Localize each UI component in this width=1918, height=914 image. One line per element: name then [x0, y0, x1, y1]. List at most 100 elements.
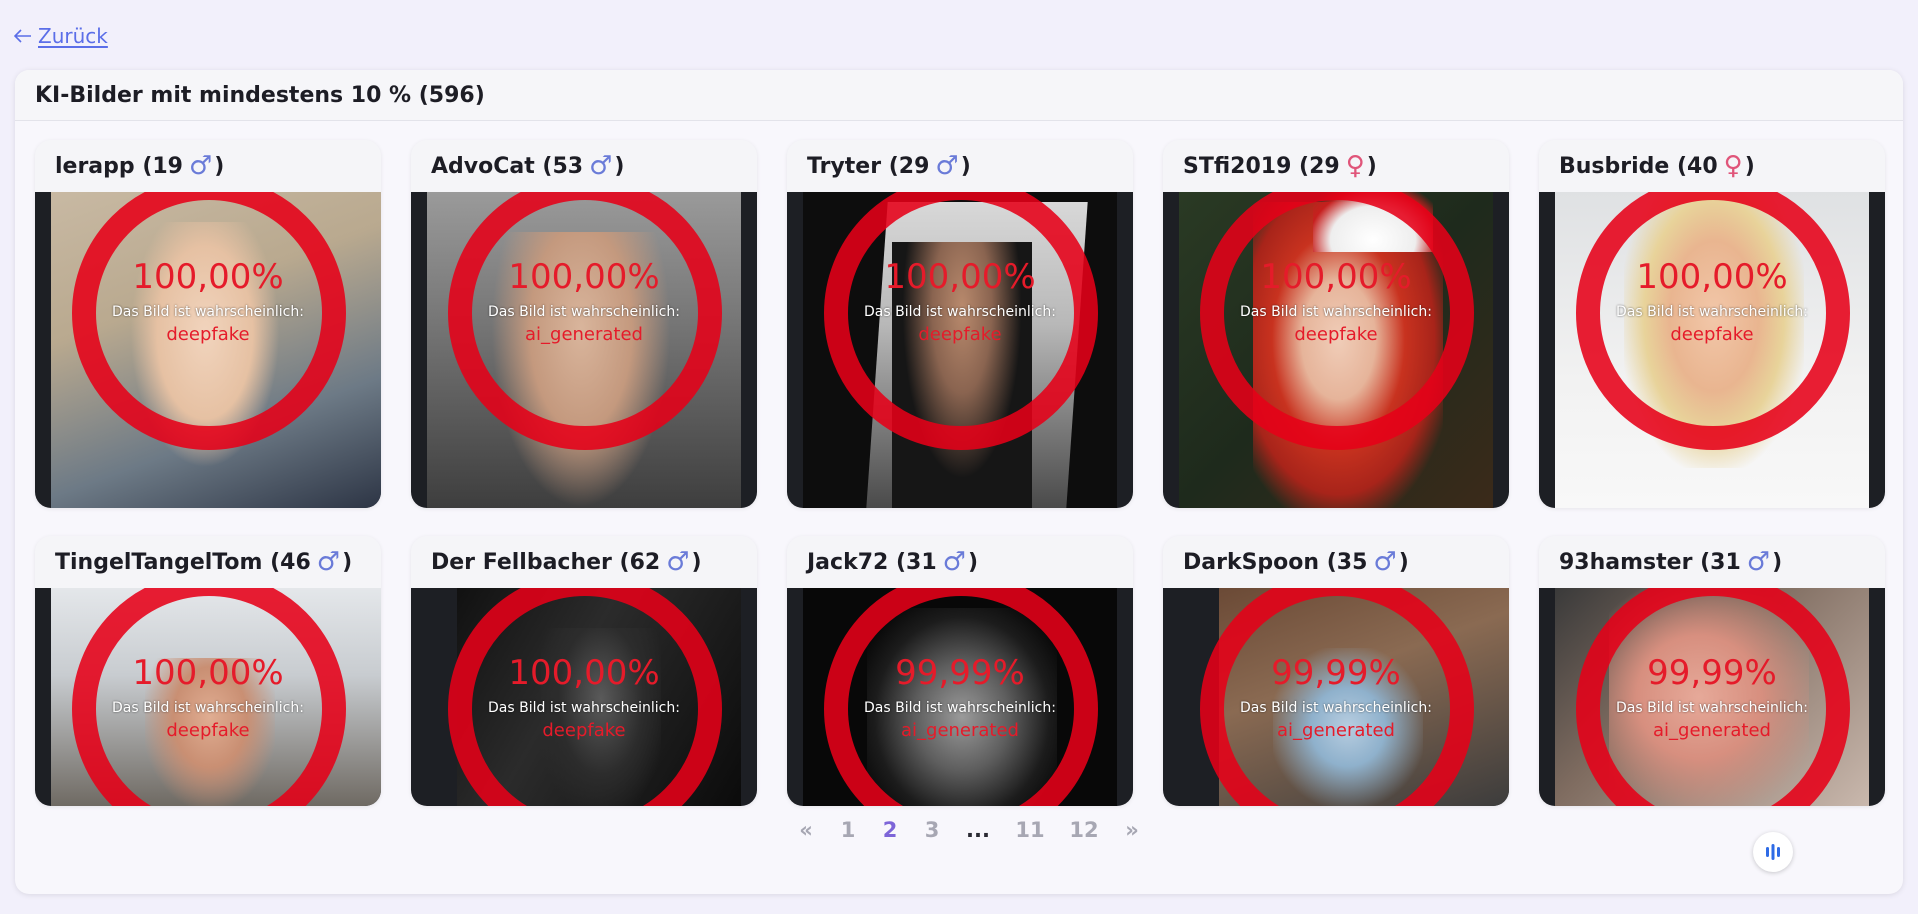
card-name: Tryter (29	[807, 153, 930, 179]
detection-overlay: 99,99% Das Bild ist wahrscheinlich: ai_g…	[1163, 656, 1509, 741]
detection-hint: Das Bild ist wahrscheinlich:	[112, 700, 304, 716]
card-title: AdvoCat (53 ♂ )	[411, 140, 757, 192]
card-name: Jack72 (31	[807, 549, 937, 575]
detection-verdict: deepfake	[1670, 324, 1754, 345]
detection-overlay: 100,00% Das Bild ist wahrscheinlich: dee…	[411, 656, 757, 741]
pagination-ellipsis: ...	[966, 818, 990, 842]
detection-hint: Das Bild ist wahrscheinlich:	[112, 304, 304, 320]
detection-hint: Das Bild ist wahrscheinlich:	[1240, 304, 1432, 320]
card-title: Busbride (40 ♀ )	[1539, 140, 1885, 192]
card-title: STfi2019 (29 ♀ )	[1163, 140, 1509, 192]
profile-card[interactable]: AdvoCat (53 ♂ ) 100,00% Das Bild ist wah…	[411, 140, 757, 508]
female-icon: ♀	[1723, 151, 1743, 181]
card-title-suffix: )	[342, 549, 353, 575]
card-title-suffix: )	[960, 153, 971, 179]
profile-photo[interactable]: 99,99% Das Bild ist wahrscheinlich: ai_g…	[1163, 588, 1509, 806]
card-title-suffix: )	[691, 549, 702, 575]
detection-verdict: deepfake	[166, 324, 250, 345]
detection-overlay: 100,00% Das Bild ist wahrscheinlich: dee…	[35, 656, 381, 741]
detection-verdict: ai_generated	[1276, 720, 1395, 741]
profile-photo[interactable]: 100,00% Das Bild ist wahrscheinlich: dee…	[411, 588, 757, 806]
card-title-suffix: )	[1772, 549, 1783, 575]
detection-overlay: 100,00% Das Bild ist wahrscheinlich: dee…	[35, 260, 381, 345]
back-link[interactable]: Zurück	[14, 24, 108, 48]
card-title: Tryter (29 ♂ )	[787, 140, 1133, 192]
detection-overlay: 100,00% Das Bild ist wahrscheinlich: dee…	[787, 260, 1133, 345]
profile-card[interactable]: DarkSpoon (35 ♂ ) 99,99% Das Bild ist wa…	[1163, 536, 1509, 806]
profile-card[interactable]: Tryter (29 ♂ ) 100,00% Das Bild ist wahr…	[787, 140, 1133, 508]
ai-percentage: 100,00%	[884, 257, 1036, 297]
ai-percentage: 100,00%	[1636, 257, 1788, 297]
card-title-suffix: )	[1366, 153, 1377, 179]
profile-card[interactable]: STfi2019 (29 ♀ ) 100,00% Das Bild ist wa…	[1163, 140, 1509, 508]
profile-card[interactable]: Der Fellbacher (62 ♂ ) 100,00% Das Bild …	[411, 536, 757, 806]
detection-verdict: deepfake	[1294, 324, 1378, 345]
profile-photo[interactable]: 100,00% Das Bild ist wahrscheinlich: ai_…	[411, 192, 757, 508]
male-icon: ♂	[188, 151, 213, 181]
page-11[interactable]: 11	[1003, 818, 1057, 842]
male-icon: ♂	[1746, 547, 1771, 577]
card-title-suffix: )	[1398, 549, 1409, 575]
male-icon: ♂	[1373, 547, 1397, 577]
page-2-current[interactable]: 2	[869, 818, 911, 842]
card-title-suffix: )	[214, 153, 225, 179]
card-grid: lerapp (19 ♂ ) 100,00% Das Bild ist wahr…	[35, 140, 1885, 806]
pagination-next[interactable]: »	[1111, 818, 1153, 842]
card-title-suffix: )	[614, 153, 625, 179]
page-1[interactable]: 1	[827, 818, 869, 842]
audio-widget-button[interactable]	[1753, 832, 1793, 872]
detection-hint: Das Bild ist wahrscheinlich:	[864, 700, 1056, 716]
back-link-label[interactable]: Zurück	[38, 24, 108, 48]
detection-overlay: 100,00% Das Bild ist wahrscheinlich: ai_…	[411, 260, 757, 345]
card-name: DarkSpoon (35	[1183, 549, 1368, 575]
profile-card[interactable]: TingelTangelTom (46 ♂ ) 100,00% Das Bild…	[35, 536, 381, 806]
profile-photo[interactable]: 100,00% Das Bild ist wahrscheinlich: dee…	[1163, 192, 1509, 508]
pagination: « 1 2 3 ... 11 12 »	[785, 818, 1153, 842]
detection-hint: Das Bild ist wahrscheinlich:	[488, 700, 680, 716]
profile-card[interactable]: lerapp (19 ♂ ) 100,00% Das Bild ist wahr…	[35, 140, 381, 508]
pagination-prev[interactable]: «	[785, 818, 827, 842]
page-3[interactable]: 3	[911, 818, 953, 842]
detection-hint: Das Bild ist wahrscheinlich:	[1616, 700, 1808, 716]
profile-card[interactable]: 93hamster (31 ♂ ) 99,99% Das Bild ist wa…	[1539, 536, 1885, 806]
ai-percentage: 99,99%	[895, 653, 1025, 693]
panel-title: KI-Bilder mit mindestens 10 % (596)	[15, 70, 1903, 121]
detection-overlay: 99,99% Das Bild ist wahrscheinlich: ai_g…	[1539, 656, 1885, 741]
card-name: TingelTangelTom (46	[55, 549, 311, 575]
card-title-suffix: )	[967, 549, 979, 575]
card-title: 93hamster (31 ♂ )	[1539, 536, 1885, 588]
profile-photo[interactable]: 99,99% Das Bild ist wahrscheinlich: ai_g…	[787, 588, 1133, 806]
card-name: STfi2019 (29	[1183, 153, 1340, 179]
male-icon: ♂	[935, 151, 959, 181]
card-title: TingelTangelTom (46 ♂ )	[35, 536, 381, 588]
detection-verdict: deepfake	[542, 720, 626, 741]
card-title-suffix: )	[1744, 153, 1755, 179]
profile-photo[interactable]: 100,00% Das Bild ist wahrscheinlich: dee…	[787, 192, 1133, 508]
detection-verdict: ai_generated	[900, 720, 1019, 741]
ai-percentage: 100,00%	[508, 653, 660, 693]
male-icon: ♂	[589, 151, 613, 181]
card-title: DarkSpoon (35 ♂ )	[1163, 536, 1509, 588]
arrow-left-icon	[14, 29, 31, 43]
male-icon: ♂	[316, 547, 341, 577]
page-12[interactable]: 12	[1057, 818, 1111, 842]
detection-overlay: 100,00% Das Bild ist wahrscheinlich: dee…	[1539, 260, 1885, 345]
ai-percentage: 99,99%	[1271, 653, 1401, 693]
profile-photo[interactable]: 100,00% Das Bild ist wahrscheinlich: dee…	[35, 588, 381, 806]
male-icon: ♂	[666, 547, 690, 577]
detection-hint: Das Bild ist wahrscheinlich:	[1616, 304, 1808, 320]
detection-verdict: ai_generated	[1652, 720, 1771, 741]
card-name: AdvoCat (53	[431, 153, 584, 179]
profile-photo[interactable]: 99,99% Das Bild ist wahrscheinlich: ai_g…	[1539, 588, 1885, 806]
detection-overlay: 99,99% Das Bild ist wahrscheinlich: ai_g…	[787, 656, 1133, 741]
results-panel: KI-Bilder mit mindestens 10 % (596) lera…	[15, 70, 1903, 894]
detection-hint: Das Bild ist wahrscheinlich:	[1240, 700, 1432, 716]
male-icon: ♂	[942, 547, 966, 577]
profile-card[interactable]: Busbride (40 ♀ ) 100,00% Das Bild ist wa…	[1539, 140, 1885, 508]
profile-card[interactable]: Jack72 (31 ♂ ) 99,99% Das Bild ist wahrs…	[787, 536, 1133, 806]
profile-photo[interactable]: 100,00% Das Bild ist wahrscheinlich: dee…	[35, 192, 381, 508]
detection-hint: Das Bild ist wahrscheinlich:	[488, 304, 680, 320]
profile-photo[interactable]: 100,00% Das Bild ist wahrscheinlich: dee…	[1539, 192, 1885, 508]
card-name: Der Fellbacher (62	[431, 549, 661, 575]
card-title: Jack72 (31 ♂ )	[787, 536, 1133, 588]
